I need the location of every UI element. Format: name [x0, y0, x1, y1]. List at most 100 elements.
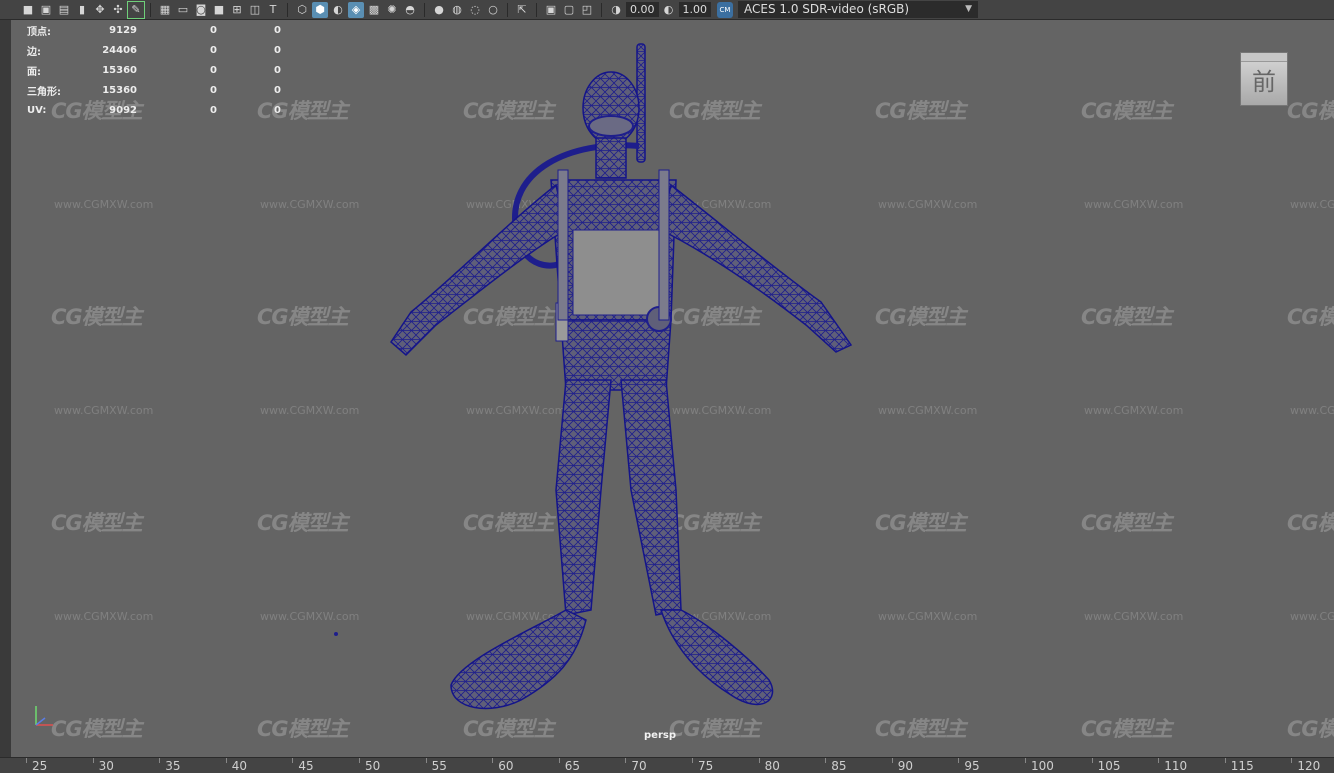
timeline-tick-mark — [1158, 758, 1160, 763]
hud-label: 顶点: — [27, 26, 51, 38]
backface-icon[interactable]: ◰ — [579, 2, 595, 18]
timeline-tick-label: 40 — [231, 759, 248, 773]
anti-aliasing-icon[interactable]: ◌ — [467, 2, 483, 18]
gamma-icon[interactable]: ◐ — [661, 2, 677, 18]
timeline-tick-label: 60 — [498, 759, 514, 773]
timeline-tick-mark — [891, 758, 893, 763]
timeline-tick-mark — [1291, 758, 1293, 763]
hud-value: 9129 — [109, 24, 137, 36]
timeline-tick-mark — [558, 758, 560, 763]
timeline-tick-mark — [625, 758, 627, 763]
timeline-tick-label: 65 — [564, 759, 581, 773]
wireframe-on-shaded-icon[interactable]: ◐ — [330, 2, 346, 18]
toolbar-divider — [287, 2, 288, 17]
timeline-tick-label: 120 — [1297, 759, 1321, 773]
isolate-select-icon[interactable]: ⇱ — [514, 2, 530, 18]
timeline-tick-mark — [692, 758, 693, 763]
hud-label: UV: — [27, 104, 47, 116]
image-plane-icon[interactable]: ▮ — [74, 2, 90, 18]
diver-wireframe-model[interactable] — [11, 20, 1334, 757]
timeline-tick-mark — [359, 758, 360, 763]
lights-icon[interactable]: ✺ — [384, 2, 400, 18]
xray-active-icon[interactable]: ▣ — [543, 2, 559, 18]
shadows-icon[interactable]: ◓ — [402, 2, 418, 18]
depth-of-field-icon[interactable]: ○ — [485, 2, 501, 18]
gamma-field[interactable]: 1.00 — [678, 2, 711, 17]
camera-icon[interactable]: ■ — [20, 2, 36, 18]
grid-icon[interactable]: ▦ — [157, 2, 173, 18]
grease-pencil-icon[interactable]: ✎ — [127, 0, 145, 19]
timeline-tick-mark — [425, 758, 427, 763]
timeline-tick-label: 90 — [897, 759, 914, 773]
timeline-tick-mark — [1224, 758, 1226, 763]
hud-label: 面: — [27, 66, 41, 78]
hud-row-faces: 面: 15360 0 0 — [27, 60, 281, 80]
timeline-tick-mark — [1091, 758, 1093, 763]
hud-value: 0 — [274, 84, 281, 96]
smooth-shade-icon[interactable]: ⬢ — [312, 1, 328, 18]
left-gutter — [0, 20, 11, 757]
safe-title-icon[interactable]: T — [265, 2, 281, 18]
hud-row-uvs: UV: 9092 0 0 — [27, 100, 281, 120]
timeline-tick-label: 75 — [698, 759, 714, 773]
move-icon[interactable]: ✣ — [110, 2, 126, 18]
timeline-tick-label: 85 — [831, 759, 847, 773]
timeline-tick-label: 25 — [32, 759, 48, 773]
timeline-tick-mark — [492, 758, 494, 763]
wireframe-icon[interactable]: ⬡ — [294, 2, 310, 18]
color-management-icon[interactable]: CM — [717, 1, 733, 18]
textured-icon[interactable]: ▩ — [366, 2, 382, 18]
color-space-label: ACES 1.0 SDR-video (sRGB) — [744, 2, 910, 16]
timeline-tick-mark — [1025, 758, 1026, 763]
poly-count-hud: 顶点: 9129 0 0 边: 24406 0 0 面: 15360 0 0 三… — [27, 20, 281, 120]
hud-value: 0 — [210, 44, 217, 56]
film-gate-icon[interactable]: ▭ — [175, 2, 191, 18]
hud-value: 15360 — [102, 64, 137, 76]
viewport-toolbar: ■ ▣ ▤ ▮ ✥ ✣ ✎ ▦ ▭ ◙ ■ ⊞ ◫ T ⬡ ⬢ ◐ ◈ ▩ ✺ … — [0, 0, 1334, 20]
time-slider[interactable]: 25 30 35 40 45 50 55 60 65 70 75 80 85 90 95 100 105 110 1… — [0, 757, 1334, 773]
safe-action-icon[interactable]: ◫ — [247, 2, 263, 18]
timeline-tick-mark — [92, 758, 94, 763]
timeline-tick-mark — [825, 758, 827, 763]
hud-row-vertices: 顶点: 9129 0 0 — [27, 20, 281, 40]
toolbar-divider — [424, 2, 425, 17]
3d-viewport[interactable]: CG模型主 CG模型主 CG模型主 CG模型主 www.CGMXW.com www.CGM… — [11, 20, 1334, 757]
bookmark-icon[interactable]: ▤ — [56, 2, 72, 18]
hud-value: 9092 — [109, 104, 137, 116]
timeline-tick-label: 45 — [298, 759, 314, 773]
timeline-tick-label: 50 — [365, 759, 381, 773]
hud-value: 15360 — [102, 84, 137, 96]
exposure-field[interactable]: 0.00 — [626, 2, 659, 17]
timeline-tick-label: 105 — [1097, 759, 1121, 773]
xray-icon[interactable]: ◈ — [348, 1, 364, 18]
resolution-gate-icon[interactable]: ◙ — [193, 2, 209, 18]
color-space-dropdown[interactable]: ACES 1.0 SDR-video (sRGB) ▼ — [738, 1, 978, 18]
toolbar-divider — [507, 2, 508, 17]
field-chart-icon[interactable]: ⊞ — [229, 2, 245, 18]
timeline-tick-mark — [26, 758, 27, 763]
timeline-tick-mark — [159, 758, 161, 763]
motion-blur-icon[interactable]: ◍ — [449, 2, 465, 18]
timeline-tick-mark — [225, 758, 227, 763]
xray-joints-icon[interactable]: ▢ — [561, 2, 577, 18]
screen-space-ao-icon[interactable]: ● — [431, 2, 447, 18]
camera-name-label: persp — [644, 730, 676, 741]
2d-pan-icon[interactable]: ✥ — [92, 2, 108, 18]
hud-value: 0 — [274, 64, 281, 76]
timeline-tick-label: 35 — [165, 759, 181, 773]
timeline-tick-label: 80 — [764, 759, 780, 773]
toolbar-divider — [150, 2, 151, 17]
hud-value: 0 — [274, 24, 281, 36]
hud-value: 0 — [210, 104, 217, 116]
timeline-tick-label: 110 — [1164, 759, 1188, 773]
exposure-icon[interactable]: ◑ — [608, 2, 624, 18]
timeline-tick-mark — [758, 758, 760, 763]
axis-gizmo-icon — [35, 706, 53, 726]
camera-attributes-icon[interactable]: ▣ — [38, 2, 54, 18]
view-cube[interactable]: 前 — [1240, 52, 1288, 106]
timeline-tick-label: 30 — [98, 759, 114, 773]
chevron-down-icon: ▼ — [965, 4, 972, 14]
timeline-tick-label: 100 — [1031, 759, 1054, 773]
gate-mask-icon[interactable]: ■ — [211, 2, 227, 18]
hud-value: 0 — [210, 64, 217, 76]
